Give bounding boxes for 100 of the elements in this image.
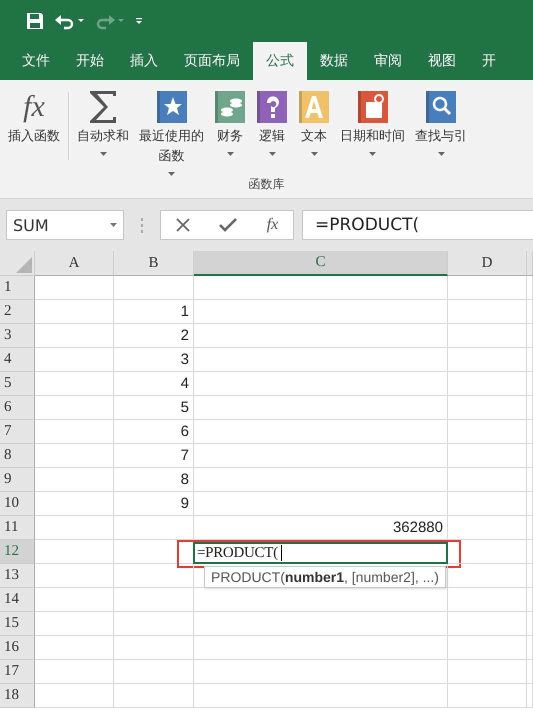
grid-cell[interactable] — [194, 276, 448, 300]
grid-cell[interactable] — [448, 348, 527, 372]
grid-cell[interactable] — [527, 540, 533, 564]
grid-cell[interactable] — [35, 516, 114, 540]
grid-cell[interactable] — [35, 300, 114, 324]
grid-cell[interactable]: 1 — [114, 300, 194, 324]
ribbon-tab[interactable]: 视图 — [415, 42, 469, 80]
row-header[interactable]: 15 — [0, 612, 35, 636]
row-header[interactable]: 11 — [0, 516, 35, 540]
row-header[interactable]: 14 — [0, 588, 35, 612]
grid-cell[interactable] — [35, 420, 114, 444]
grid-cell[interactable] — [448, 372, 527, 396]
ribbon-button[interactable]: 最近使用的 函数 — [137, 88, 206, 176]
grid-cell[interactable] — [527, 420, 533, 444]
ribbon-tab[interactable]: 公式 — [253, 42, 307, 80]
row-header[interactable]: 8 — [0, 444, 35, 468]
row-header[interactable]: 4 — [0, 348, 35, 372]
ribbon-tab[interactable]: 开始 — [63, 42, 117, 80]
ribbon-button[interactable]: 自动求和 — [75, 88, 131, 176]
grid-cell[interactable]: 2 — [114, 324, 194, 348]
grid-cell[interactable] — [448, 324, 527, 348]
cell-editor[interactable]: =PRODUCT( — [193, 542, 448, 564]
grid-cell[interactable] — [35, 492, 114, 516]
grid-cell[interactable] — [194, 660, 448, 684]
grid-cell[interactable] — [194, 396, 448, 420]
grid-cell[interactable] — [194, 420, 448, 444]
grid-cell[interactable] — [194, 612, 448, 636]
ribbon-button[interactable]: fx 插入函数 — [6, 88, 62, 176]
grid-cell[interactable] — [114, 564, 194, 588]
ribbon-button[interactable]: 日期和时间 — [338, 88, 407, 176]
grid-cell[interactable] — [35, 684, 114, 708]
grid-cell[interactable] — [194, 684, 448, 708]
row-header[interactable]: 13 — [0, 564, 35, 588]
grid-cell[interactable] — [527, 372, 533, 396]
grid-cell[interactable] — [527, 276, 533, 300]
grid-cell[interactable]: 6 — [114, 420, 194, 444]
grid-cell[interactable]: 5 — [114, 396, 194, 420]
grid-cell[interactable] — [35, 276, 114, 300]
undo-icon[interactable] — [54, 12, 84, 30]
ribbon-tab[interactable]: 开 — [469, 42, 509, 80]
select-all-icon[interactable] — [16, 257, 32, 273]
grid-cell[interactable] — [527, 684, 533, 708]
grid-cell[interactable]: 7 — [114, 444, 194, 468]
grid-cell[interactable] — [527, 396, 533, 420]
grid-cell[interactable] — [527, 564, 533, 588]
grid-cell[interactable] — [35, 588, 114, 612]
ribbon-button[interactable]: 逻辑 — [254, 88, 290, 176]
column-header[interactable] — [527, 251, 533, 276]
grid-cell[interactable] — [35, 636, 114, 660]
grid-cell[interactable] — [527, 492, 533, 516]
grid-cell[interactable] — [448, 444, 527, 468]
grid-cell[interactable] — [527, 300, 533, 324]
grid-cell[interactable] — [527, 588, 533, 612]
grid-cell[interactable] — [35, 564, 114, 588]
grid-cell[interactable] — [448, 420, 527, 444]
cancel-icon[interactable] — [176, 218, 190, 232]
grid-cell[interactable] — [194, 348, 448, 372]
grid-cell[interactable]: 9 — [114, 492, 194, 516]
column-header[interactable]: B — [114, 251, 194, 276]
row-header[interactable]: 17 — [0, 660, 35, 684]
grid-cell[interactable]: 4 — [114, 372, 194, 396]
grid-cell[interactable] — [35, 612, 114, 636]
row-header[interactable]: 2 — [0, 300, 35, 324]
grid-cell[interactable]: 362880 — [194, 516, 448, 540]
grid-cell[interactable] — [448, 540, 527, 564]
row-header[interactable]: 9 — [0, 468, 35, 492]
row-header[interactable]: 7 — [0, 420, 35, 444]
enter-icon[interactable] — [219, 218, 238, 232]
grid-cell[interactable] — [194, 372, 448, 396]
row-header[interactable]: 16 — [0, 636, 35, 660]
grid-cell[interactable] — [35, 444, 114, 468]
grid-cell[interactable] — [527, 660, 533, 684]
grid-cell[interactable] — [448, 612, 527, 636]
grid-cell[interactable] — [114, 660, 194, 684]
grid-cell[interactable] — [527, 468, 533, 492]
grid-cell[interactable] — [194, 444, 448, 468]
grid-cell[interactable] — [194, 636, 448, 660]
ribbon-button[interactable]: 文本 — [296, 88, 332, 176]
grid-cell[interactable] — [448, 660, 527, 684]
save-icon[interactable] — [26, 12, 44, 30]
grid-cell[interactable] — [194, 324, 448, 348]
column-header[interactable]: A — [35, 251, 114, 276]
grid-cell[interactable] — [448, 636, 527, 660]
ribbon-tab[interactable]: 插入 — [117, 42, 171, 80]
grid-cell[interactable] — [194, 300, 448, 324]
grid-cell[interactable] — [114, 516, 194, 540]
grid-cell[interactable] — [114, 276, 194, 300]
grid-cell[interactable] — [448, 564, 527, 588]
grid-cell[interactable] — [35, 660, 114, 684]
column-header[interactable]: C — [194, 251, 448, 276]
grid-cell[interactable] — [35, 348, 114, 372]
grid-cell[interactable]: 8 — [114, 468, 194, 492]
grid-cell[interactable] — [194, 492, 448, 516]
row-header[interactable]: 12 — [0, 540, 35, 564]
grid-cell[interactable] — [194, 588, 448, 612]
grid-cell[interactable] — [35, 324, 114, 348]
formula-field[interactable]: =PRODUCT( — [302, 210, 533, 240]
grid-cell[interactable] — [35, 468, 114, 492]
grid-cell[interactable] — [527, 612, 533, 636]
grid-cell[interactable] — [194, 468, 448, 492]
